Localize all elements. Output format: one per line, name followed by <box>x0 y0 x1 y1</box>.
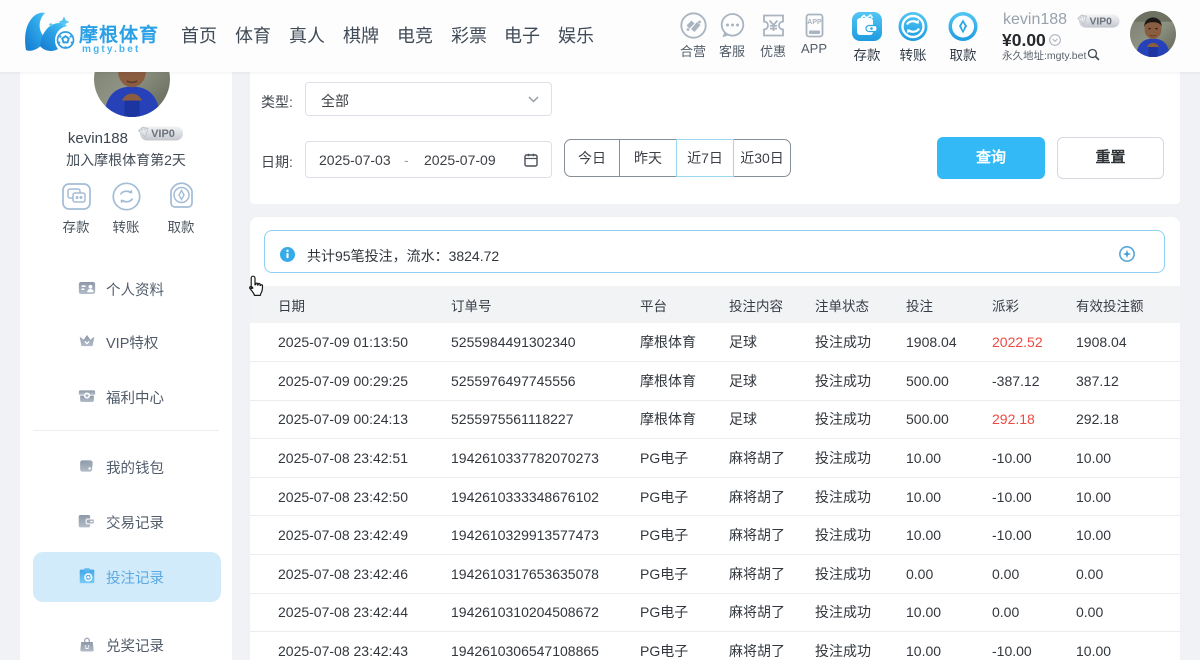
svg-text:VIP0: VIP0 <box>151 128 175 140</box>
svg-text:APP: APP <box>807 19 822 26</box>
svg-text:VIP0: VIP0 <box>1089 16 1112 27</box>
